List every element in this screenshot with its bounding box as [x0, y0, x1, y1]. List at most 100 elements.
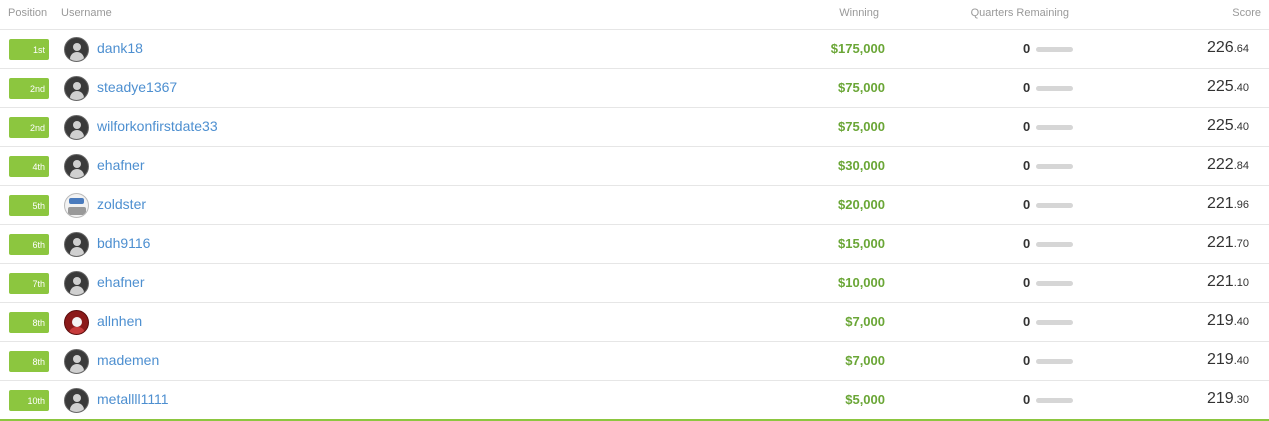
avatar-icon[interactable] [64, 115, 89, 140]
avatar-body [70, 52, 84, 61]
avatar-icon[interactable] [64, 154, 89, 179]
avatar-icon[interactable] [64, 232, 89, 257]
score-integer: 226 [1207, 39, 1234, 56]
avatar-body [69, 327, 85, 334]
score-value: 221.10 [1207, 273, 1249, 291]
score-decimal: .40 [1233, 82, 1249, 94]
avatar-icon[interactable] [64, 388, 89, 413]
winning-amount: $7,000 [845, 353, 885, 368]
table-row: 2nd wilforkonfirstdate33 $75,000 0 225.4… [0, 108, 1269, 147]
avatar-head [73, 160, 81, 168]
avatar-icon[interactable] [64, 310, 89, 335]
username-link[interactable]: mademen [97, 352, 159, 368]
table-row: 4th ehafner $30,000 0 222.84 [0, 147, 1269, 186]
leaderboard: Position Username Winning Quarters Remai… [0, 0, 1269, 421]
header-quarters-remaining[interactable]: Quarters Remaining [971, 7, 1069, 19]
winning-amount: $7,000 [845, 314, 885, 329]
quarters-remaining-value: 0 [1023, 158, 1031, 173]
score-integer: 219 [1207, 390, 1234, 407]
avatar-head [73, 238, 81, 246]
quarters-progress-bar [1036, 86, 1073, 91]
username-link[interactable]: zoldster [97, 196, 146, 212]
table-row: 8th mademen $7,000 0 219.40 [0, 342, 1269, 381]
leaderboard-rows: 1st dank18 $175,000 0 226.64 2nd steadye… [0, 30, 1269, 421]
quarters-progress-bar [1036, 281, 1073, 286]
avatar-body [70, 130, 84, 139]
score-decimal: .84 [1233, 160, 1249, 172]
score-value: 225.40 [1207, 78, 1249, 96]
username-link[interactable]: ehafner [97, 274, 144, 290]
avatar-head [73, 43, 81, 51]
score-decimal: .10 [1233, 277, 1249, 289]
avatar-head [73, 277, 81, 285]
score-value: 222.84 [1207, 156, 1249, 174]
score-value: 219.40 [1207, 351, 1249, 369]
table-header: Position Username Winning Quarters Remai… [0, 0, 1269, 30]
score-decimal: .40 [1233, 316, 1249, 328]
quarters-progress-bar [1036, 47, 1073, 52]
winning-amount: $75,000 [838, 119, 885, 134]
avatar-icon[interactable] [64, 271, 89, 296]
position-badge: 8th [9, 312, 49, 333]
username-link[interactable]: ehafner [97, 157, 144, 173]
avatar-icon[interactable] [64, 76, 89, 101]
winning-amount: $5,000 [845, 392, 885, 407]
position-badge: 2nd [9, 117, 49, 138]
quarters-progress-bar [1036, 398, 1073, 403]
avatar-body [70, 364, 84, 373]
position-badge: 2nd [9, 78, 49, 99]
avatar-head [69, 198, 84, 204]
position-badge: 6th [9, 234, 49, 255]
quarters-remaining-value: 0 [1023, 392, 1031, 407]
header-username[interactable]: Username [61, 7, 112, 19]
score-value: 221.96 [1207, 195, 1249, 213]
username-link[interactable]: metallll1111 [97, 391, 169, 407]
quarters-remaining-value: 0 [1023, 80, 1031, 95]
score-value: 225.40 [1207, 117, 1249, 135]
avatar-body [70, 403, 84, 412]
avatar-body [70, 286, 84, 295]
score-decimal: .40 [1233, 121, 1249, 133]
quarters-progress-bar [1036, 320, 1073, 325]
table-row: 1st dank18 $175,000 0 226.64 [0, 30, 1269, 69]
winning-amount: $175,000 [830, 41, 885, 56]
avatar-icon[interactable] [64, 349, 89, 374]
winning-amount: $20,000 [838, 197, 885, 212]
table-row: 2nd steadye1367 $75,000 0 225.40 [0, 69, 1269, 108]
avatar-icon[interactable] [64, 193, 89, 218]
avatar-icon[interactable] [64, 37, 89, 62]
header-winning[interactable]: Winning [839, 7, 879, 19]
position-badge: 8th [9, 351, 49, 372]
score-integer: 225 [1207, 117, 1234, 134]
quarters-remaining-value: 0 [1023, 197, 1031, 212]
username-link[interactable]: steadye1367 [97, 79, 177, 95]
score-integer: 219 [1207, 351, 1234, 368]
winning-amount: $15,000 [838, 236, 885, 251]
username-link[interactable]: bdh9116 [97, 235, 150, 251]
score-integer: 219 [1207, 312, 1234, 329]
quarters-remaining-value: 0 [1023, 275, 1031, 290]
avatar-body [70, 169, 84, 178]
username-link[interactable]: wilforkonfirstdate33 [97, 118, 218, 134]
avatar-body [70, 247, 84, 256]
quarters-remaining-value: 0 [1023, 41, 1031, 56]
username-link[interactable]: dank18 [97, 40, 143, 56]
table-row: 7th ehafner $10,000 0 221.10 [0, 264, 1269, 303]
position-badge: 1st [9, 39, 49, 60]
position-badge: 10th [9, 390, 49, 411]
username-link[interactable]: allnhen [97, 313, 142, 329]
avatar-body [70, 91, 84, 100]
avatar-head [73, 82, 81, 90]
table-row: 8th allnhen $7,000 0 219.40 [0, 303, 1269, 342]
quarters-remaining-value: 0 [1023, 353, 1031, 368]
quarters-remaining-value: 0 [1023, 119, 1031, 134]
avatar-head [73, 394, 81, 402]
header-position[interactable]: Position [8, 7, 47, 19]
table-row: 10th metallll1111 $5,000 0 219.30 [0, 381, 1269, 421]
header-score[interactable]: Score [1232, 7, 1261, 19]
quarters-remaining-value: 0 [1023, 314, 1031, 329]
winning-amount: $30,000 [838, 158, 885, 173]
score-value: 221.70 [1207, 234, 1249, 252]
quarters-progress-bar [1036, 359, 1073, 364]
score-decimal: .96 [1233, 199, 1249, 211]
